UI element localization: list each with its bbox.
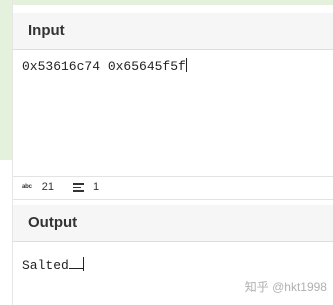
output-trailing-chars — [68, 258, 83, 269]
output-caret — [82, 257, 84, 271]
watermark: 知乎 @hkt1998 — [244, 280, 327, 294]
lines-icon — [73, 181, 84, 194]
output-textarea[interactable]: Salted — [22, 257, 84, 273]
input-title: Input — [28, 22, 65, 39]
output-header: Output — [13, 205, 333, 242]
text-caret — [185, 58, 187, 72]
input-value: 0x53616c74 0x65645f5f — [22, 59, 186, 74]
input-textarea[interactable]: 0x53616c74 0x65645f5f — [22, 58, 187, 74]
char-count-item: abc 21 — [22, 181, 54, 193]
line-count: 1 — [93, 181, 100, 194]
input-status-bar: abc 21 1 — [13, 176, 333, 200]
output-title: Output — [28, 214, 78, 231]
line-count-item: 1 — [73, 181, 99, 194]
char-count: 21 — [41, 181, 54, 193]
input-header: Input — [13, 13, 333, 50]
abc-icon: abc — [22, 184, 32, 190]
output-value: Salted — [22, 258, 69, 273]
left-panel-strip — [0, 0, 12, 160]
input-pane: Input — [13, 5, 333, 176]
